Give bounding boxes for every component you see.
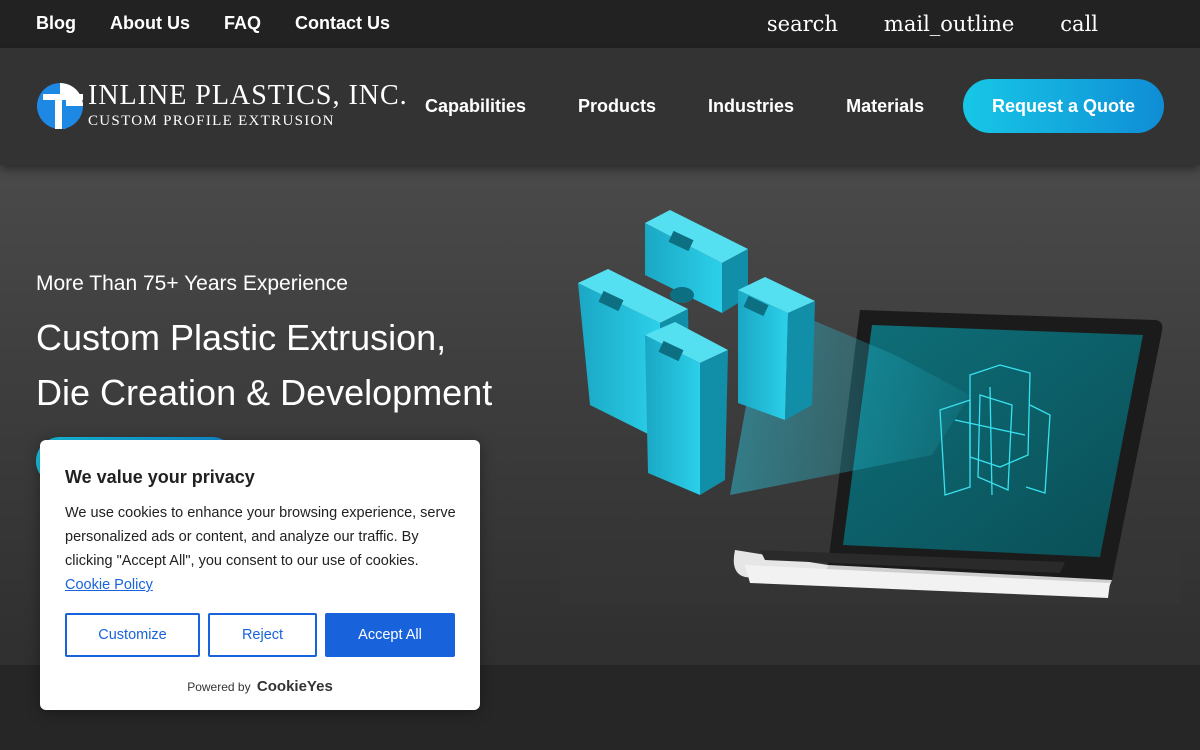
main-nav: Capabilities Products Industries Materia… (425, 96, 924, 117)
hero-kicker: More Than 75+ Years Experience (36, 272, 348, 295)
cookieyes-logo: CookieYes (256, 678, 333, 695)
top-link-contact-us[interactable]: Contact Us (295, 13, 390, 34)
main-header: INLINE PLASTICS, INC. CUSTOM PROFILE EXT… (0, 48, 1200, 165)
cookie-consent-banner: We value your privacy We use cookies to … (40, 440, 480, 710)
top-icons: search mail_outline call (767, 12, 1098, 36)
top-links: Blog About Us FAQ Contact Us (36, 13, 390, 34)
powered-by: Powered by CookieYes (40, 678, 480, 695)
call-icon[interactable]: call (1060, 12, 1098, 36)
request-quote-button[interactable]: Request a Quote (963, 79, 1164, 133)
cookie-body-text: We use cookies to enhance your browsing … (65, 505, 456, 569)
hero-title: Custom Plastic Extrusion, Die Creation &… (36, 310, 492, 420)
top-utility-bar: Blog About Us FAQ Contact Us search mail… (0, 0, 1200, 48)
cookie-title: We value your privacy (65, 467, 255, 487)
cookie-policy-link[interactable]: Cookie Policy (65, 577, 153, 593)
nav-item-products[interactable]: Products (578, 96, 656, 117)
mail-outline-icon[interactable]: mail_outline (884, 12, 1014, 36)
reject-button[interactable]: Reject (208, 613, 317, 657)
hero-title-line-1: Custom Plastic Extrusion, (36, 317, 447, 358)
accept-all-button[interactable]: Accept All (325, 613, 455, 657)
site-logo[interactable]: INLINE PLASTICS, INC. CUSTOM PROFILE EXT… (35, 81, 408, 131)
top-link-faq[interactable]: FAQ (224, 13, 261, 34)
nav-item-capabilities[interactable]: Capabilities (425, 96, 526, 117)
powered-by-label: Powered by (187, 680, 251, 694)
extrusion-laptop-illustration (560, 210, 1180, 605)
nav-item-industries[interactable]: Industries (708, 96, 794, 117)
top-link-about-us[interactable]: About Us (110, 13, 190, 34)
hero-title-line-2: Die Creation & Development (36, 372, 493, 413)
top-link-blog[interactable]: Blog (36, 13, 76, 34)
search-icon[interactable]: search (767, 12, 838, 36)
nav-item-materials[interactable]: Materials (846, 96, 924, 117)
logo-mark-icon (37, 83, 83, 129)
logo-tagline: CUSTOM PROFILE EXTRUSION (88, 113, 335, 129)
customize-button[interactable]: Customize (65, 613, 200, 657)
cookie-description: We use cookies to enhance your browsing … (65, 501, 457, 597)
logo-company-name: INLINE PLASTICS, INC. (88, 80, 408, 111)
logo-text: INLINE PLASTICS, INC. CUSTOM PROFILE EXT… (88, 82, 408, 130)
